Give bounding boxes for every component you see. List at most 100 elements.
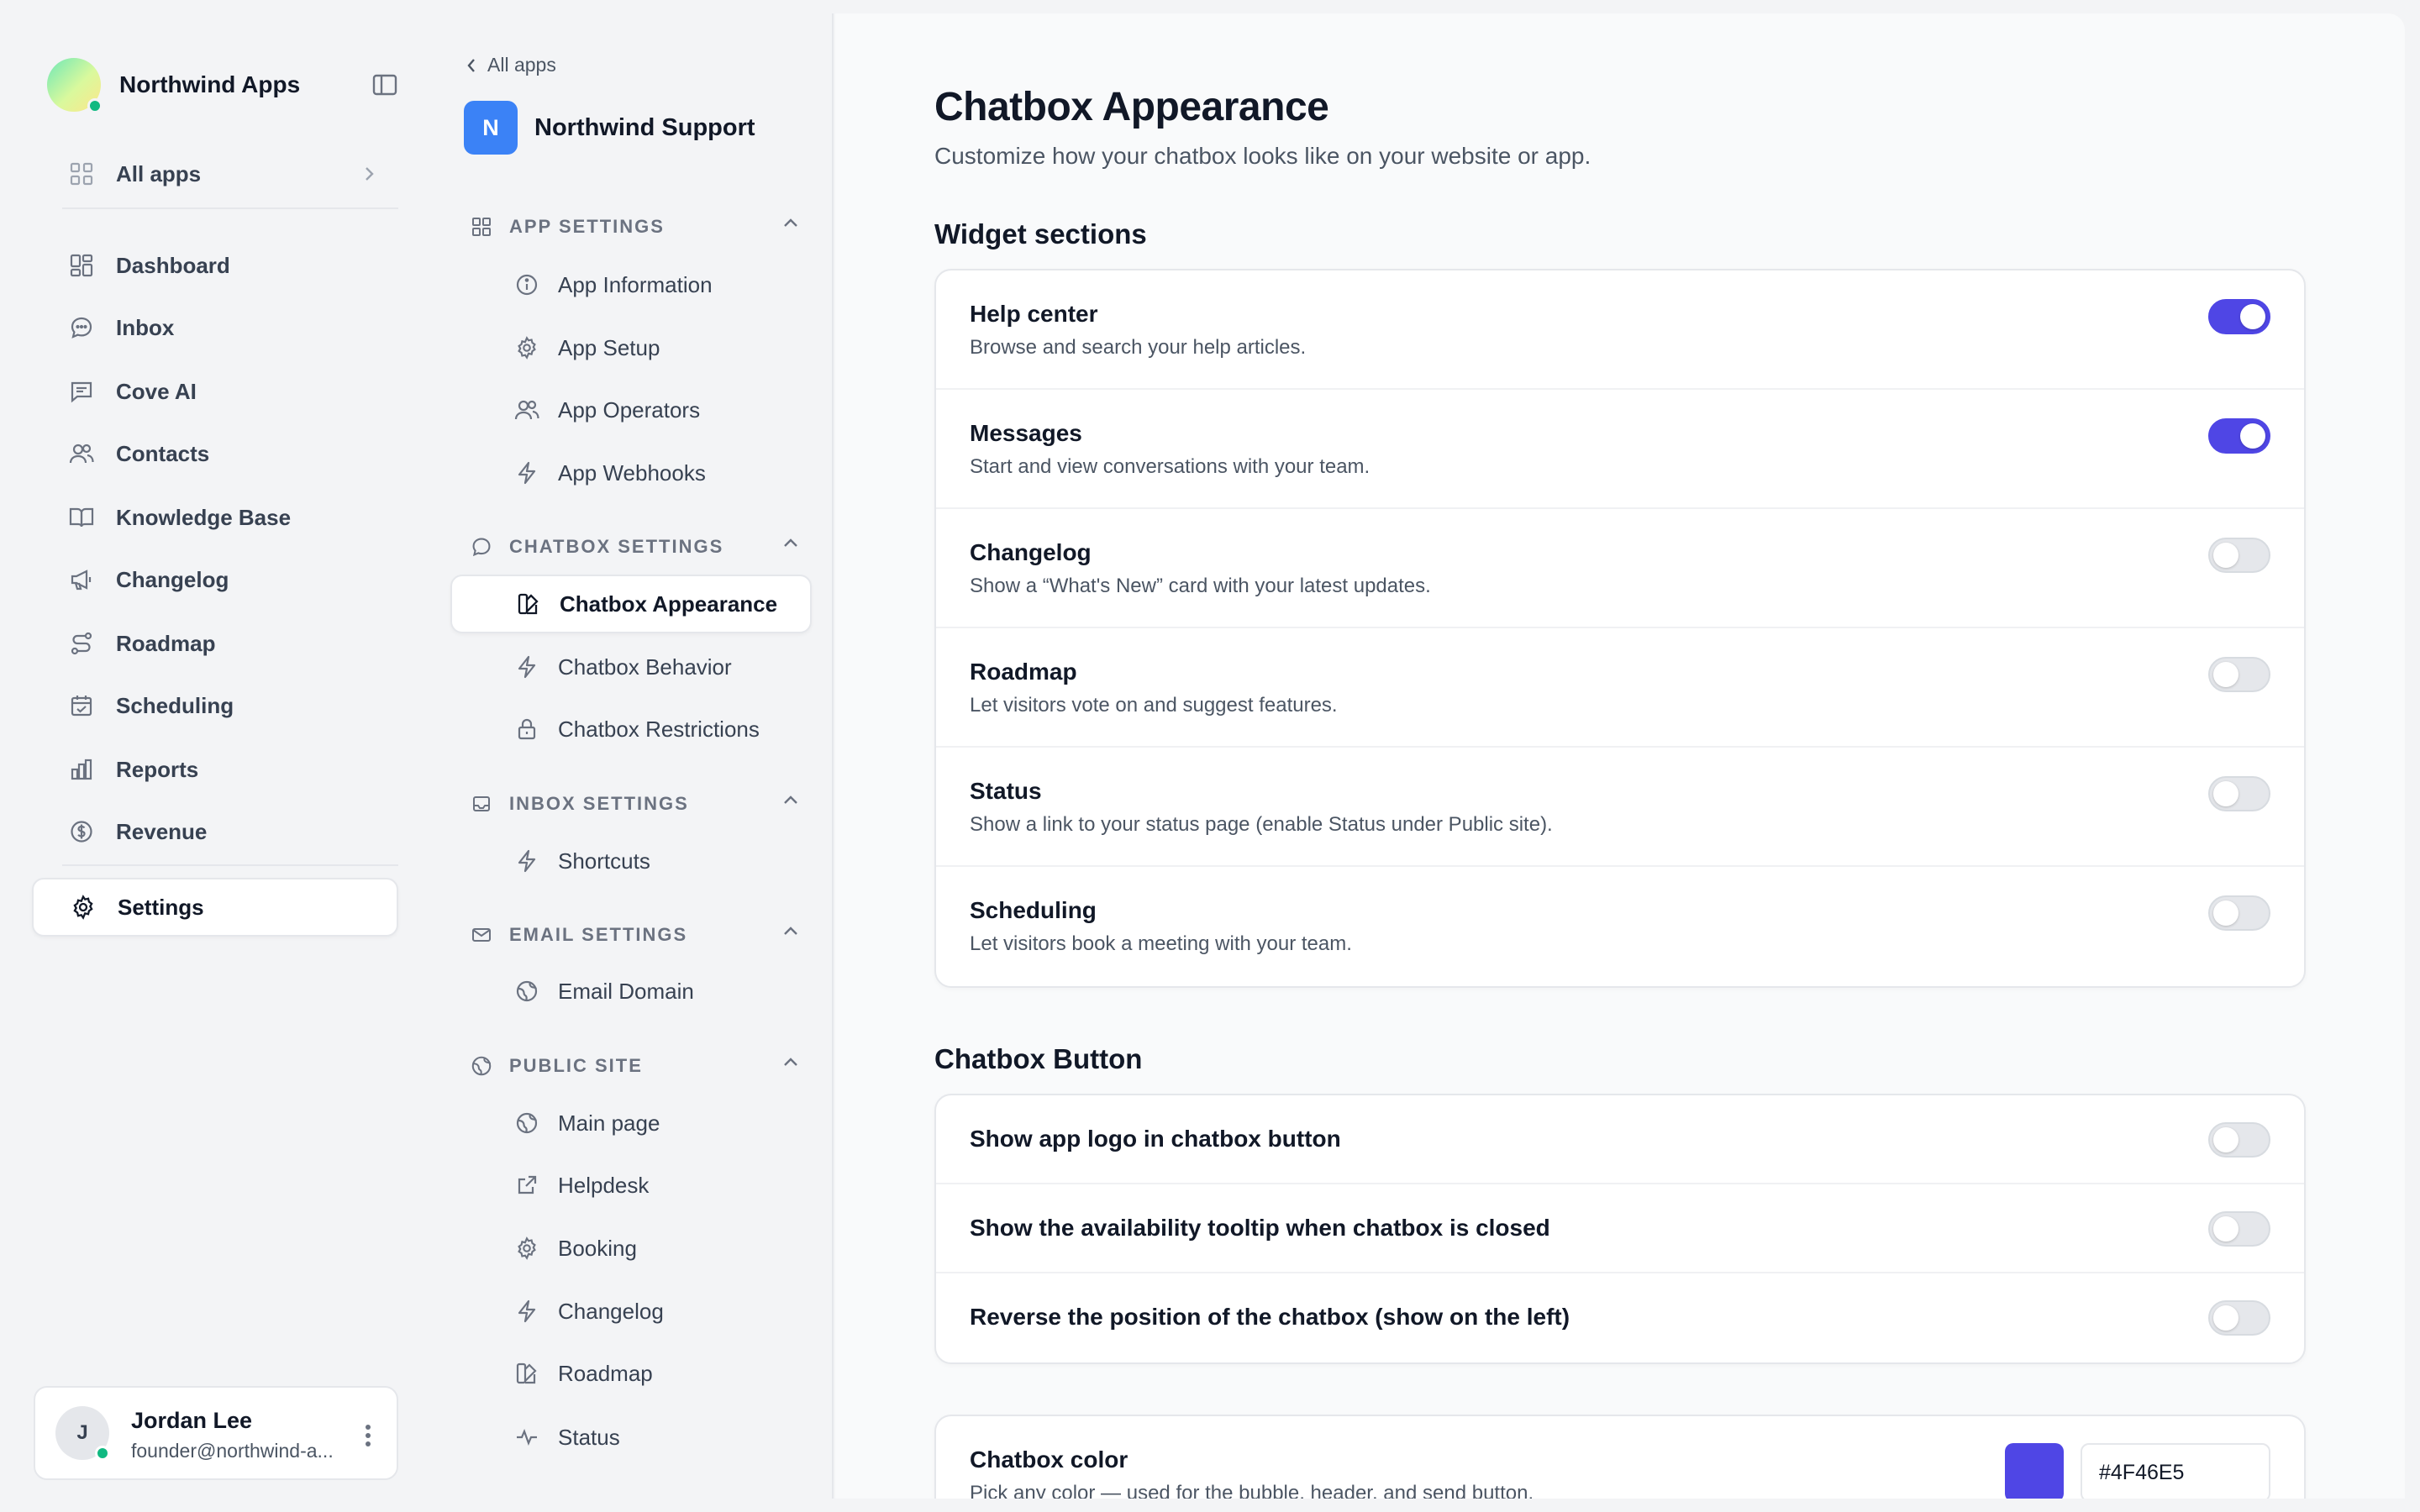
message-square-icon	[67, 377, 96, 406]
main-content: Chatbox Appearance Customize how your ch…	[835, 13, 2405, 1499]
section-title: APP SETTINGS	[509, 216, 665, 237]
scheduling-toggle[interactable]	[2208, 895, 2270, 931]
chat-bubble-icon	[471, 536, 492, 558]
setting-title: Messages	[970, 420, 1082, 446]
setting-description: Show a link to your status page (enable …	[970, 813, 1553, 836]
toggle-knob	[2213, 662, 2238, 687]
changelog-toggle[interactable]	[2208, 538, 2270, 573]
section-inbox-settings[interactable]: INBOX SETTINGS	[471, 787, 800, 821]
lightning-icon	[514, 460, 539, 486]
nav-roadmap[interactable]: Roadmap	[32, 614, 398, 673]
setting-title: Status	[970, 778, 1042, 804]
color-hex-input[interactable]	[2081, 1443, 2270, 1499]
app-title: Northwind Support	[534, 113, 755, 141]
grid-icon	[471, 216, 492, 238]
toggle-knob	[2240, 304, 2265, 329]
menu-app-webhooks[interactable]: App Webhooks	[450, 444, 812, 502]
nav-inbox[interactable]: Inbox	[32, 298, 398, 357]
setting-title: Roadmap	[970, 659, 1077, 685]
nav-reports[interactable]: Reports	[32, 740, 398, 799]
menu-booking[interactable]: Booking	[450, 1219, 812, 1278]
menu-chatbox-restrictions[interactable]: Chatbox Restrictions	[450, 700, 812, 759]
page-subtitle: Customize how your chatbox looks like on…	[934, 143, 1591, 169]
menu-chatbox-behavior[interactable]: Chatbox Behavior	[450, 638, 812, 696]
setting-description: Let visitors book a meeting with your te…	[970, 932, 1352, 955]
menu-public-changelog[interactable]: Changelog	[450, 1282, 812, 1341]
section-title: INBOX SETTINGS	[509, 793, 689, 814]
info-icon	[514, 272, 539, 297]
status-toggle[interactable]	[2208, 776, 2270, 811]
reverse-position-toggle[interactable]	[2208, 1300, 2270, 1336]
palette-icon	[514, 1361, 539, 1386]
nav-label: Contacts	[116, 440, 210, 466]
sidebar-toggle-icon[interactable]	[370, 70, 400, 100]
more-vertical-icon[interactable]	[358, 1421, 378, 1450]
nav-settings[interactable]: Settings	[32, 878, 398, 937]
nav-changelog[interactable]: Changelog	[32, 550, 398, 609]
help-center-toggle[interactable]	[2208, 299, 2270, 334]
menu-label: Changelog	[558, 1298, 664, 1324]
megaphone-icon	[67, 565, 96, 594]
nav-all-apps[interactable]: All apps	[32, 144, 398, 203]
user-card[interactable]: J Jordan Lee founder@northwind-a...	[34, 1386, 398, 1480]
menu-chatbox-appearance[interactable]: Chatbox Appearance	[450, 575, 812, 633]
nav-cove-ai[interactable]: Cove AI	[32, 362, 398, 421]
avatar-initial: J	[76, 1421, 88, 1444]
menu-public-roadmap[interactable]: Roadmap	[450, 1344, 812, 1403]
lightning-icon	[514, 654, 539, 680]
menu-email-domain[interactable]: Email Domain	[450, 962, 812, 1021]
show-logo-toggle[interactable]	[2208, 1122, 2270, 1158]
menu-label: Main page	[558, 1110, 660, 1136]
menu-status[interactable]: Status	[450, 1408, 812, 1467]
availability-tooltip-toggle[interactable]	[2208, 1211, 2270, 1247]
menu-app-information[interactable]: App Information	[450, 255, 812, 314]
menu-shortcuts[interactable]: Shortcuts	[450, 832, 812, 890]
setting-row-changelog: Changelog Show a “What's New” card with …	[936, 509, 2304, 628]
nav-dashboard[interactable]: Dashboard	[32, 236, 398, 295]
app-sidebar: Northwind Apps All apps Dashboard Inbox …	[15, 13, 417, 1499]
nav-scheduling[interactable]: Scheduling	[32, 676, 398, 735]
setting-title: Show app logo in chatbox button	[970, 1126, 1341, 1152]
setting-row-chatbox-color: Chatbox color Pick any color — used for …	[936, 1416, 2304, 1499]
chevron-right-icon	[363, 163, 376, 185]
nav-contacts[interactable]: Contacts	[32, 424, 398, 483]
color-swatch[interactable]	[2005, 1443, 2064, 1499]
setting-description: Pick any color — used for the bubble, he…	[970, 1482, 1534, 1499]
divider	[62, 864, 398, 866]
setting-description: Start and view conversations with your t…	[970, 455, 1370, 478]
section-email-settings[interactable]: EMAIL SETTINGS	[471, 918, 800, 952]
grid-icon	[67, 160, 96, 188]
back-to-all-apps[interactable]: All apps	[466, 54, 556, 76]
toggle-knob	[2213, 781, 2238, 806]
setting-row-availability-tooltip: Show the availability tooltip when chatb…	[936, 1184, 2304, 1273]
settings-panel: All apps N Northwind Support APP SETTING…	[430, 13, 834, 1499]
setting-title: Show the availability tooltip when chatb…	[970, 1215, 1550, 1241]
widget-sections-title: Widget sections	[934, 218, 1147, 249]
nav-label: Scheduling	[116, 692, 234, 718]
toggle-knob	[2213, 1127, 2238, 1152]
menu-main-page[interactable]: Main page	[450, 1094, 812, 1152]
nav-knowledge-base[interactable]: Knowledge Base	[32, 488, 398, 547]
globe-icon	[514, 979, 539, 1004]
messages-toggle[interactable]	[2208, 418, 2270, 454]
nav-label: Knowledge Base	[116, 504, 292, 530]
menu-label: Status	[558, 1424, 620, 1450]
toggle-knob	[2213, 900, 2238, 926]
chevron-up-icon	[781, 925, 800, 937]
users-icon	[67, 439, 96, 468]
section-app-settings[interactable]: APP SETTINGS	[471, 210, 800, 244]
menu-helpdesk[interactable]: Helpdesk	[450, 1156, 812, 1215]
nav-revenue[interactable]: Revenue	[32, 802, 398, 861]
roadmap-toggle[interactable]	[2208, 657, 2270, 692]
chatbox-color-card: Chatbox color Pick any color — used for …	[934, 1415, 2306, 1499]
menu-app-operators[interactable]: App Operators	[450, 381, 812, 439]
setting-title: Chatbox color	[970, 1446, 1128, 1473]
section-chatbox-settings[interactable]: CHATBOX SETTINGS	[471, 530, 800, 564]
setting-row-scheduling: Scheduling Let visitors book a meeting w…	[936, 867, 2304, 986]
toggle-knob	[2213, 543, 2238, 568]
menu-app-setup[interactable]: App Setup	[450, 318, 812, 377]
inbox-icon	[471, 793, 492, 815]
section-public-site[interactable]: PUBLIC SITE	[471, 1049, 800, 1083]
globe-icon	[514, 1110, 539, 1136]
setting-row-roadmap: Roadmap Let visitors vote on and suggest…	[936, 628, 2304, 748]
